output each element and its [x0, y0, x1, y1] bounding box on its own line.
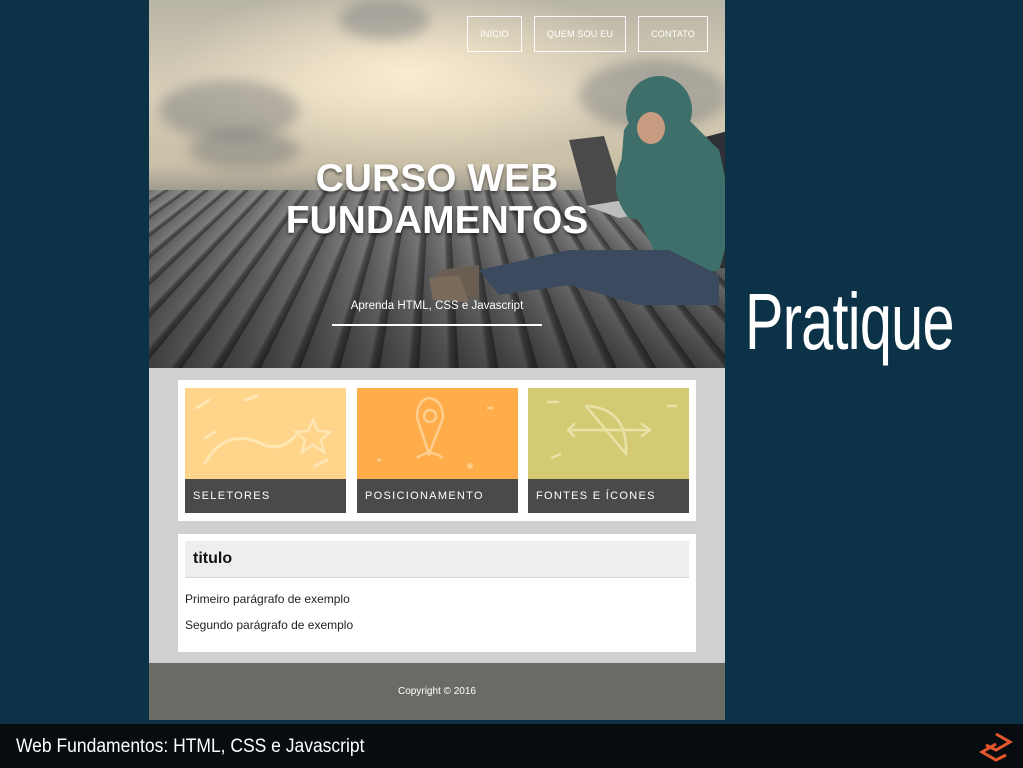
brand-logo-icon — [978, 732, 1016, 762]
card-seletores[interactable]: SELETORES — [185, 388, 346, 513]
card-label: POSICIONAMENTO — [357, 479, 518, 513]
content-title: titulo — [193, 550, 232, 568]
course-caption-bar: Web Fundamentos: HTML, CSS e Javascript — [0, 724, 1023, 768]
hero-title-line-2: FUNDAMENTOS — [149, 200, 725, 242]
card-label: SELETORES — [185, 479, 346, 513]
copyright-text: Copyright © 2016 — [149, 686, 725, 697]
card-fontes-e-icones[interactable]: FONTES E ÍCONES — [528, 388, 689, 513]
hero-title: CURSO WEB FUNDAMENTOS — [149, 158, 725, 242]
bow-arrow-icon — [528, 388, 689, 479]
content-section: titulo Primeiro parágrafo de exemplo Seg… — [178, 534, 696, 652]
content-paragraph-1: Primeiro parágrafo de exemplo — [185, 592, 350, 606]
content-paragraph-2: Segundo parágrafo de exemplo — [185, 618, 353, 632]
hero-subtitle: Aprenda HTML, CSS e Javascript — [332, 300, 542, 326]
hero-title-line-1: CURSO WEB — [149, 158, 725, 200]
path-star-icon — [185, 388, 346, 479]
top-navigation: INÍCIO QUEM SOU EU CONTATO — [467, 16, 708, 52]
nav-contato-button[interactable]: CONTATO — [638, 16, 708, 52]
site-footer: Copyright © 2016 — [149, 663, 725, 720]
topic-cards: SELETORES POSICIONAMENTO FONTES E ÍCONES — [178, 380, 696, 521]
presentation-slide: INÍCIO QUEM SOU EU CONTATO CURSO WEB FUN… — [0, 0, 1023, 724]
nav-quem-sou-eu-button[interactable]: QUEM SOU EU — [534, 16, 626, 52]
card-posicionamento[interactable]: POSICIONAMENTO — [357, 388, 518, 513]
card-label: FONTES E ÍCONES — [528, 479, 689, 513]
hero-banner: INÍCIO QUEM SOU EU CONTATO CURSO WEB FUN… — [149, 0, 725, 368]
nav-inicio-button[interactable]: INÍCIO — [467, 16, 522, 52]
location-pin-icon — [357, 388, 518, 479]
slide-heading: Pratique — [745, 282, 954, 362]
content-title-bar: titulo — [185, 541, 689, 578]
website-preview: INÍCIO QUEM SOU EU CONTATO CURSO WEB FUN… — [149, 0, 725, 720]
course-caption: Web Fundamentos: HTML, CSS e Javascript — [16, 736, 364, 758]
